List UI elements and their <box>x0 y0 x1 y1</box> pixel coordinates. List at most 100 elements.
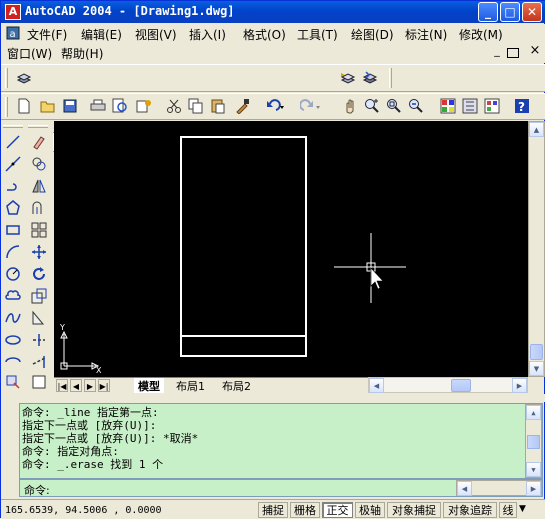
line-icon[interactable] <box>4 133 22 151</box>
cloud-icon[interactable] <box>4 287 22 305</box>
tab-next-button[interactable]: ▶ <box>84 379 96 392</box>
command-scroll-left[interactable]: ◀ <box>457 481 472 496</box>
toolbar-grip[interactable] <box>3 125 23 128</box>
command-scrollbar[interactable]: ▲ ▼ <box>525 404 542 478</box>
menu-edit[interactable]: 编辑(E) <box>81 26 122 43</box>
tab-first-button[interactable]: |◀ <box>56 379 68 392</box>
publish-icon[interactable] <box>135 97 153 115</box>
ellipse-icon[interactable] <box>4 331 22 349</box>
scroll-up-button[interactable]: ▲ <box>529 122 544 137</box>
menu-dimension[interactable]: 标注(N) <box>405 26 447 43</box>
zoom-previous-icon[interactable] <box>407 97 425 115</box>
snap-toggle[interactable]: 捕捉 <box>258 502 288 518</box>
scroll-right-button[interactable]: ▶ <box>512 378 527 393</box>
drawn-rectangle[interactable] <box>180 136 307 357</box>
osnap-toggle[interactable]: 对象捕捉 <box>387 502 441 518</box>
copy-icon[interactable] <box>187 97 205 115</box>
horizontal-scrollbar[interactable]: ◀ ▶ <box>368 377 528 393</box>
polygon-icon[interactable] <box>4 199 22 217</box>
otrack-toggle[interactable]: 对象追踪 <box>443 502 497 518</box>
insert-block-icon[interactable] <box>4 373 22 391</box>
erase-icon[interactable] <box>30 133 48 151</box>
toolbar-grip[interactable] <box>389 68 392 88</box>
status-menu-arrow[interactable]: ▼ <box>519 504 526 514</box>
offset-icon[interactable] <box>30 199 48 217</box>
title-bar[interactable]: A AutoCAD 2004 - [Drawing1.dwg] _ □ ✕ <box>1 1 545 23</box>
help-icon[interactable]: ? <box>513 97 531 115</box>
menu-insert[interactable]: 插入(I) <box>189 26 226 43</box>
lineweight-toggle[interactable]: 线 <box>499 502 517 518</box>
tab-layout2[interactable]: 布局2 <box>218 378 255 393</box>
menu-file[interactable]: 文件(F) <box>27 26 67 43</box>
scale-icon[interactable] <box>30 287 48 305</box>
command-scroll-down[interactable]: ▼ <box>526 462 541 477</box>
copy-object-icon[interactable] <box>30 155 48 173</box>
tab-layout1[interactable]: 布局1 <box>172 378 209 393</box>
rectangle-icon[interactable] <box>4 221 22 239</box>
move-icon[interactable] <box>30 243 48 261</box>
properties-icon[interactable] <box>439 97 457 115</box>
menu-view[interactable]: 视图(V) <box>135 26 177 43</box>
tab-model[interactable]: 模型 <box>134 378 164 393</box>
cut-icon[interactable] <box>165 97 183 115</box>
menu-draw[interactable]: 绘图(D) <box>351 26 394 43</box>
close-button[interactable]: ✕ <box>522 2 542 22</box>
doc-close-button[interactable]: × <box>527 44 543 59</box>
print-icon[interactable] <box>89 97 107 115</box>
tab-prev-button[interactable]: ◀ <box>70 379 82 392</box>
doc-minimize-button[interactable]: _ <box>489 45 505 59</box>
scroll-left-button[interactable]: ◀ <box>369 378 384 393</box>
vertical-scrollbar[interactable]: ▲ ▼ <box>528 121 545 377</box>
tab-last-button[interactable]: ▶| <box>98 379 110 392</box>
new-icon[interactable] <box>15 97 33 115</box>
undo-icon[interactable] <box>263 97 285 115</box>
redo-icon[interactable] <box>299 97 321 115</box>
menu-tools[interactable]: 工具(T) <box>297 26 338 43</box>
menu-modify[interactable]: 修改(M) <box>459 26 503 43</box>
minimize-button[interactable]: _ <box>478 2 498 22</box>
app-icon[interactable]: A <box>5 4 21 20</box>
make-current-icon[interactable] <box>339 69 357 87</box>
drawing-canvas[interactable]: Y X <box>54 121 528 377</box>
ellipse-arc-icon[interactable] <box>4 353 22 371</box>
command-scroll-up[interactable]: ▲ <box>526 405 541 420</box>
save-icon[interactable] <box>61 97 79 115</box>
doc-restore-button[interactable] <box>507 48 519 58</box>
command-hscrollbar[interactable]: ◀ ▶ <box>456 480 542 496</box>
trim-icon[interactable] <box>30 331 48 349</box>
design-center-icon[interactable] <box>461 97 479 115</box>
command-input[interactable]: 命令: ◀ ▶ <box>19 479 543 497</box>
toolbar-grip[interactable] <box>5 68 8 88</box>
toolbar-grip[interactable] <box>28 125 48 128</box>
plot-preview-icon[interactable] <box>111 97 129 115</box>
coordinate-display[interactable]: 165.6539, 94.5006 , 0.0000 <box>5 505 162 516</box>
menu-help[interactable]: 帮助(H) <box>61 45 103 62</box>
document-icon[interactable]: a <box>5 25 21 41</box>
hscroll-thumb[interactable] <box>451 379 471 392</box>
circle-icon[interactable] <box>4 265 22 283</box>
mirror-icon[interactable] <box>30 177 48 195</box>
menu-window[interactable]: 窗口(W) <box>7 45 52 62</box>
construction-line-icon[interactable] <box>4 155 22 173</box>
menu-format[interactable]: 格式(O) <box>243 26 286 43</box>
command-scroll-thumb[interactable] <box>527 435 540 449</box>
ortho-toggle[interactable]: 正交 <box>322 502 353 518</box>
command-splitter[interactable] <box>1 394 545 402</box>
paste-icon[interactable] <box>209 97 227 115</box>
tool-palettes-icon[interactable] <box>483 97 501 115</box>
toolbar-grip[interactable] <box>5 97 8 117</box>
command-scroll-right[interactable]: ▶ <box>526 481 541 496</box>
pan-icon[interactable] <box>341 97 359 115</box>
zoom-window-icon[interactable] <box>385 97 403 115</box>
polyline-icon[interactable] <box>4 177 22 195</box>
arc-icon[interactable] <box>4 243 22 261</box>
match-properties-icon[interactable] <box>233 97 251 115</box>
stretch-icon[interactable] <box>30 309 48 327</box>
scroll-thumb[interactable] <box>530 344 543 360</box>
layer-manager-icon[interactable] <box>15 69 33 87</box>
array-icon[interactable] <box>30 221 48 239</box>
grid-toggle[interactable]: 栅格 <box>290 502 320 518</box>
polar-toggle[interactable]: 极轴 <box>355 502 385 518</box>
scroll-down-button[interactable]: ▼ <box>529 361 544 376</box>
open-icon[interactable] <box>39 97 57 115</box>
